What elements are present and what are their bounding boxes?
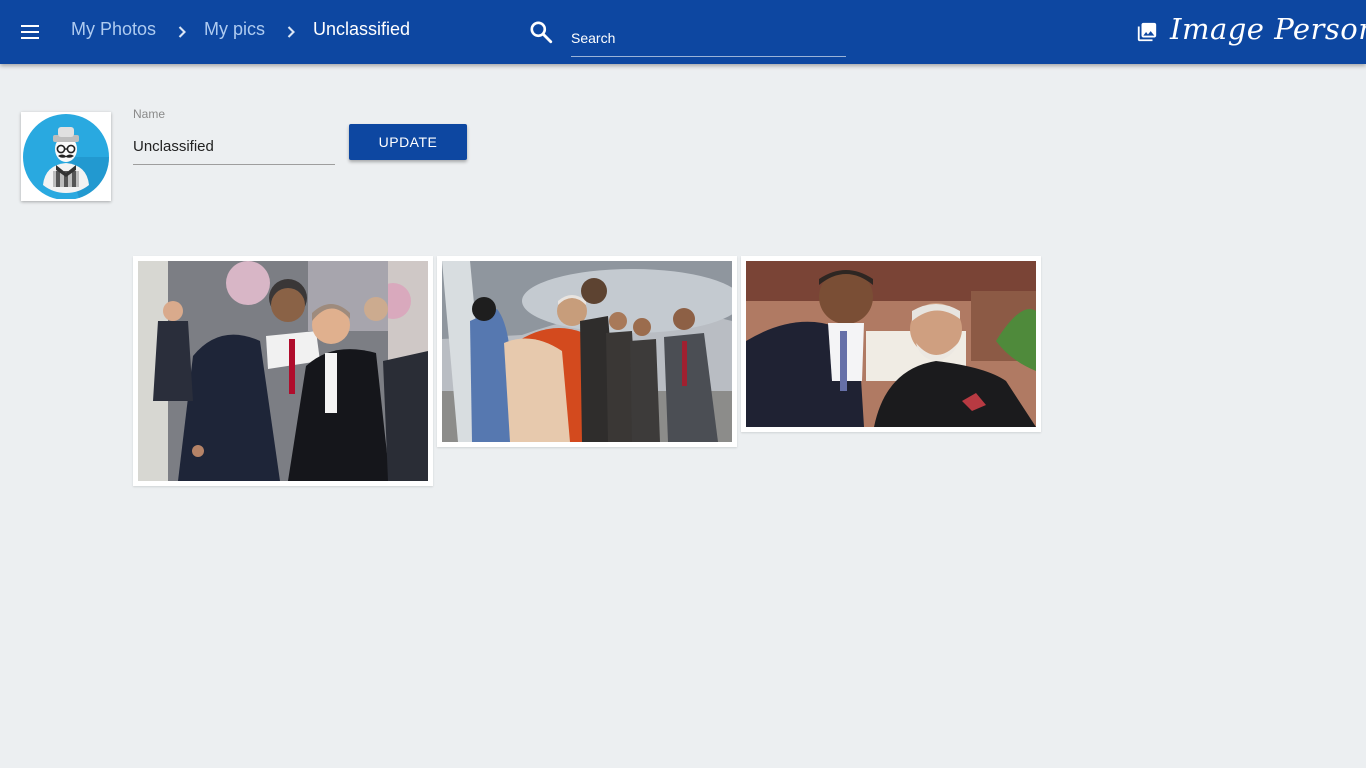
chevron-right-icon	[287, 26, 295, 38]
hipster-avatar-image	[23, 114, 109, 199]
photo-image	[442, 261, 732, 442]
search-icon[interactable]	[528, 19, 554, 45]
photo-leaders-laughing[interactable]	[741, 256, 1041, 432]
brand-logo-text: Image Persona	[1170, 12, 1366, 46]
update-button[interactable]: UPDATE	[349, 124, 467, 160]
persona-name-field[interactable]	[133, 128, 335, 165]
photo-leaders-meeting[interactable]	[133, 256, 433, 486]
photo-library-icon	[1137, 22, 1157, 42]
menu-icon[interactable]	[18, 20, 42, 44]
photo-image	[746, 261, 1036, 427]
photo-image	[138, 261, 428, 481]
breadcrumb-unclassified: Unclassified	[313, 19, 411, 39]
search-input[interactable]	[571, 20, 846, 57]
breadcrumb-my-pics[interactable]: My pics	[204, 19, 265, 40]
app-header: My Photos My pics Unclassified Image Per…	[0, 0, 1366, 64]
persona-avatar[interactable]	[21, 112, 111, 201]
breadcrumb-my-photos[interactable]: My Photos	[71, 19, 156, 40]
chevron-right-icon	[178, 26, 186, 38]
name-field-label: Name	[133, 107, 166, 121]
photo-airport-hug[interactable]	[437, 256, 737, 447]
